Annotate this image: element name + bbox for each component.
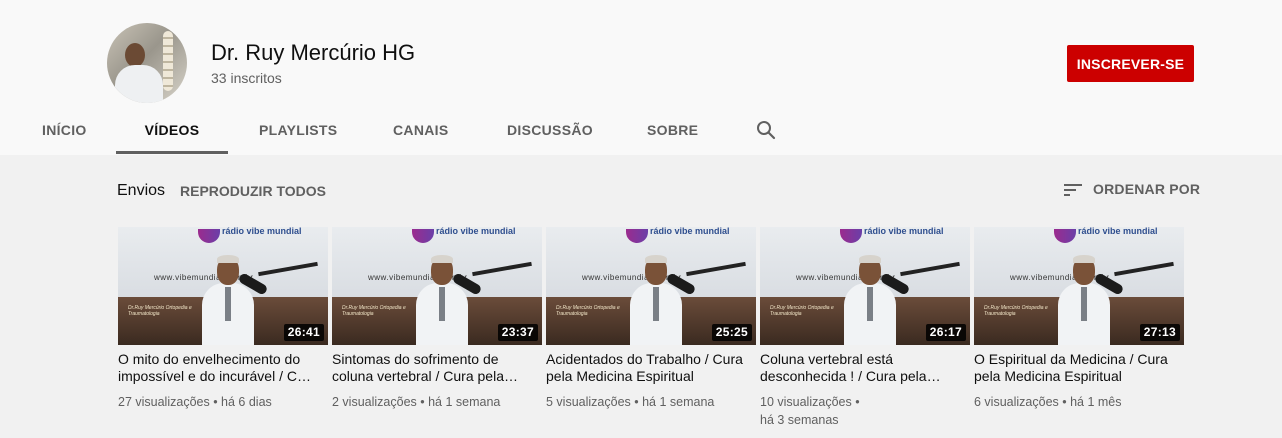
channel-avatar[interactable] [107,23,187,103]
thumbnail-person [414,255,470,345]
video-duration: 27:13 [1139,324,1180,341]
video-thumbnail[interactable]: rádio vibe mundial www.vibemundial.com.b… [332,227,542,345]
view-count: 27 visualizações [118,395,210,409]
upload-age: há 6 dias [221,395,272,409]
video-title[interactable]: Sintomas do sofrimento de coluna vertebr… [332,351,532,385]
view-count: 2 visualizações [332,395,417,409]
shelf-title: Envios [117,182,166,199]
play-all-button[interactable]: REPRODUZIR TODOS [180,182,326,200]
video-meta: 2 visualizações • há 1 semana [332,395,501,409]
thumbnail-caption: Dr.Ruy Mercúrio Ortopedia e Traumatologi… [770,305,834,317]
tab-videos[interactable]: VÍDEOS [116,106,228,154]
thumbnail-brand: rádio vibe mundial [864,227,944,236]
avatar-person-body [115,65,163,103]
video-title[interactable]: Acidentados do Trabalho / Cura pela Medi… [546,351,746,385]
tab-canais[interactable]: CANAIS [393,106,448,154]
upload-age: há 1 semana [428,395,501,409]
tab-discussao[interactable]: DISCUSSÃO [507,106,593,154]
view-count: 6 visualizações [974,395,1059,409]
sort-label: ORDENAR POR [1093,181,1201,197]
thumbnail-caption: Dr.Ruy Mercúrio Ortopedia e Traumatologi… [556,305,620,317]
video-title[interactable]: O mito do envelhecimento do impossível e… [118,351,318,385]
video-thumbnail[interactable]: rádio vibe mundial www.vibemundial.com.b… [760,227,970,345]
thumbnail-caption: Dr.Ruy Mercúrio Ortopedia e Traumatologi… [342,305,406,317]
thumbnail-caption: Dr.Ruy Mercúrio Ortopedia e Traumatologi… [984,305,1048,317]
thumbnail-brand: rádio vibe mundial [1078,227,1158,236]
thumbnail-person [200,255,256,345]
tab-sobre[interactable]: SOBRE [647,106,698,154]
video-thumbnail[interactable]: rádio vibe mundial www.vibemundial.com.b… [974,227,1184,345]
channel-name: Dr. Ruy Mercúrio HG [211,40,416,65]
thumbnail-person [1056,255,1112,345]
video-duration: 25:25 [711,324,752,341]
thumbnail-brand: rádio vibe mundial [436,227,516,236]
spine-model [163,31,173,91]
video-thumbnail[interactable]: rádio vibe mundial www.vibemundial.com.b… [546,227,756,345]
video-duration: 26:41 [283,324,324,341]
video-meta: 10 visualizações • há 3 semanas [760,395,860,427]
video-title[interactable]: Coluna vertebral está desconhecida ! / C… [760,351,960,385]
tab-inicio[interactable]: INÍCIO [42,106,86,154]
thumbnail-brand: rádio vibe mundial [222,227,302,236]
video-duration: 23:37 [497,324,538,341]
upload-age: há 1 mês [1070,395,1122,409]
video-meta: 27 visualizações • há 6 dias [118,395,272,409]
search-icon[interactable] [754,118,778,142]
thumbnail-person [842,255,898,345]
avatar-person-head [125,43,145,67]
thumbnail-brand: rádio vibe mundial [650,227,730,236]
video-title[interactable]: O Espiritual da Medicina / Cura pela Med… [974,351,1174,385]
view-count: 10 visualizações [760,395,852,409]
subscriber-count: 33 inscritos [211,70,282,86]
tab-playlists[interactable]: PLAYLISTS [259,106,337,154]
upload-age: há 1 semana [642,395,715,409]
video-meta: 5 visualizações • há 1 semana [546,395,715,409]
upload-age: há 3 semanas [760,413,839,427]
thumbnail-person [628,255,684,345]
video-meta: 6 visualizações • há 1 mês [974,395,1122,409]
sort-icon [1064,184,1082,196]
subscribe-button[interactable]: INSCREVER-SE [1067,45,1194,82]
video-duration: 26:17 [925,324,966,341]
view-count: 5 visualizações [546,395,631,409]
video-thumbnail[interactable]: rádio vibe mundial www.vibemundial.com.b… [118,227,328,345]
thumbnail-caption: Dr.Ruy Mercúrio Ortopedia e Traumatologi… [128,305,192,317]
